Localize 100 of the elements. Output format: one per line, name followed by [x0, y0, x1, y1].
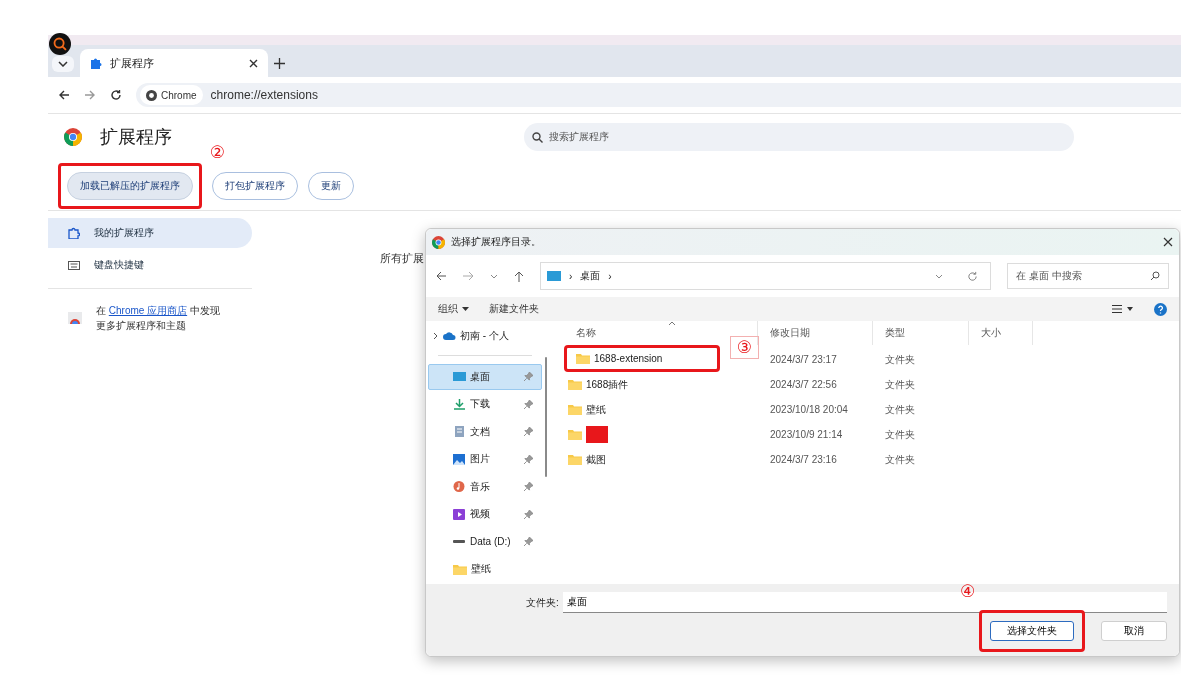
tab-list-button[interactable] [52, 56, 74, 72]
keyboard-icon [68, 260, 80, 270]
breadcrumb-separator: › [608, 270, 613, 282]
sidebar-item[interactable]: 我的扩展程序 [48, 218, 252, 248]
sidebar-item[interactable]: 键盘快捷键 [48, 250, 252, 280]
dialog-button[interactable]: 选择文件夹 [990, 621, 1074, 641]
nav-item[interactable]: 下载 [428, 391, 542, 418]
pin-icon[interactable] [524, 399, 533, 409]
date-cell-text: 2024/3/7 23:16 [769, 454, 838, 465]
chrome-logo-icon [146, 89, 157, 101]
folder-icon [568, 429, 582, 440]
nav-item[interactable]: Data (D:) [428, 528, 542, 555]
pin-icon[interactable] [524, 372, 533, 382]
address-bar[interactable]: Chrome chrome://extensions [136, 83, 1181, 107]
scrollbar[interactable] [545, 357, 547, 477]
search-icon [532, 131, 543, 143]
file-row[interactable]: 壁纸 2023/10/18 20:04 文件夹 [564, 397, 1179, 422]
file-row[interactable]: 截图 2024/3/7 23:16 文件夹 [564, 447, 1179, 472]
chevron-down-icon [58, 61, 68, 67]
nav-item[interactable]: 初南 - 个人 [428, 323, 542, 349]
search-icon [1150, 271, 1160, 281]
column-header[interactable]: 大小 [969, 321, 1033, 345]
forward-button[interactable] [84, 89, 96, 101]
browser-tab[interactable]: 扩展程序 [80, 49, 268, 77]
type-cell-text: 文件夹 [884, 402, 916, 417]
puzzle-icon [68, 227, 80, 239]
refresh-icon[interactable] [967, 270, 978, 282]
type-cell-text: 文件夹 [884, 377, 916, 392]
nav-item[interactable]: 桌面 [428, 363, 542, 390]
pin-icon[interactable] [524, 482, 533, 492]
chrome-logo-icon [432, 235, 445, 249]
folder-icon [453, 564, 467, 575]
store-link[interactable]: Chrome 应用商店 [108, 305, 188, 316]
back-button[interactable] [58, 89, 70, 101]
toolbar-button[interactable]: 加载已解压的扩展程序 [67, 172, 193, 200]
field-label: 文件夹: [526, 595, 559, 610]
step-number: ③ [729, 336, 759, 359]
file-row[interactable]: 1688插件 2024/3/7 22:56 文件夹 [564, 372, 1179, 397]
pin-icon[interactable] [524, 427, 533, 437]
desktop-icon [453, 371, 466, 383]
download-icon [453, 398, 466, 410]
date-cell-text: 2024/3/7 22:56 [769, 379, 838, 390]
desktop-icon [547, 271, 561, 281]
nav-item[interactable]: 文档 [428, 418, 542, 445]
date-cell-text: 2023/10/18 20:04 [769, 404, 849, 415]
help-icon[interactable] [1154, 302, 1167, 316]
up-button[interactable] [514, 270, 524, 282]
file-name: 截图 [586, 452, 606, 467]
picture-icon [453, 453, 466, 465]
folder-icon [576, 353, 590, 364]
pin-icon[interactable] [524, 509, 533, 519]
url-text: chrome://extensions [210, 88, 318, 102]
web-store-icon [68, 312, 82, 324]
music-icon [453, 481, 466, 493]
column-header[interactable]: 修改日期 [758, 321, 873, 345]
type-cell-text: 文件夹 [884, 427, 916, 442]
view-menu-icon[interactable] [1112, 305, 1134, 313]
magnifier-icon[interactable] [49, 33, 71, 55]
extensions-heading: 所有扩展 [380, 251, 424, 266]
new-tab-button[interactable] [274, 58, 285, 69]
date-cell-text: 2023/10/9 21:14 [769, 429, 844, 440]
forward-button[interactable] [463, 271, 474, 281]
breadcrumb-item[interactable]: 桌面 [580, 269, 601, 283]
store-promo-text: 在 Chrome 应用商店 中发现 更多扩展程序和主题 [96, 304, 220, 333]
folder-icon [568, 404, 582, 415]
chevron-down-icon[interactable] [935, 273, 943, 279]
type-cell-text: 文件夹 [884, 352, 916, 367]
toolbar-button[interactable]: 更新 [308, 172, 354, 200]
file-name: 1688插件 [586, 377, 629, 392]
document-icon [453, 426, 466, 438]
breadcrumb-bar[interactable]: › 桌面 › [540, 262, 991, 290]
back-button[interactable] [436, 271, 447, 281]
search-field[interactable]: 搜索扩展程序 [524, 123, 1074, 151]
site-chip[interactable]: Chrome [140, 85, 203, 105]
dialog-button[interactable]: 取消 [1101, 621, 1167, 641]
file-name: 壁纸 [586, 402, 606, 417]
close-icon[interactable] [1163, 237, 1173, 247]
chevron-down-icon[interactable] [490, 273, 498, 279]
close-icon[interactable] [249, 58, 258, 68]
nav-item[interactable]: 视频 [428, 501, 542, 528]
pin-icon[interactable] [524, 454, 533, 464]
folder-icon [568, 454, 582, 465]
chevron-icon[interactable] [433, 332, 439, 340]
breadcrumb-separator: › [569, 270, 573, 282]
file-row[interactable]: 2023/10/9 21:14 文件夹 [564, 422, 1179, 447]
nav-item[interactable]: 图片 [428, 446, 542, 473]
toolbar-button[interactable]: 打包扩展程序 [212, 172, 298, 200]
column-header[interactable]: 类型 [873, 321, 969, 345]
type-cell-text: 文件夹 [884, 452, 916, 467]
pin-icon[interactable] [524, 537, 533, 547]
nav-item[interactable]: 音乐 [428, 473, 542, 500]
reload-button[interactable] [110, 89, 122, 101]
search-field[interactable]: 在 桌面 中搜索 [1007, 263, 1169, 289]
nav-item[interactable]: 壁纸 [428, 556, 542, 583]
cloud-icon [443, 330, 456, 342]
toolbar-button[interactable]: 新建文件夹 [489, 302, 539, 316]
file-name: 1688-extension [594, 353, 663, 364]
date-cell-text: 2024/3/7 23:17 [769, 354, 838, 365]
tab-title: 扩展程序 [110, 55, 155, 71]
toolbar-button[interactable]: 组织 [438, 302, 469, 316]
